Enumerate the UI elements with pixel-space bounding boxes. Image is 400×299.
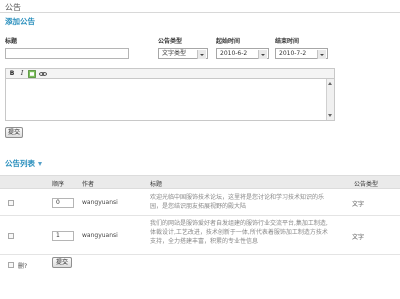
editor-toolbar: B I: [5, 68, 335, 79]
link-icon: [39, 72, 47, 76]
column-header-author: 作者: [82, 181, 95, 188]
notice-list-heading-text: 公告列表: [5, 159, 35, 168]
add-submit-button[interactable]: 提交: [5, 127, 23, 138]
row-divider: [0, 215, 400, 216]
title-cell: 欢迎光临中国服饰技术论坛，这里将是您讨论和学习技术知识的乐园，是您结识朋友拓展视…: [150, 194, 325, 210]
order-input[interactable]: 1: [52, 231, 74, 241]
title-input[interactable]: [5, 48, 129, 59]
collapse-toggle-icon[interactable]: [38, 162, 42, 166]
delete-checkbox[interactable]: [8, 262, 14, 268]
start-time-select[interactable]: 2010-6-2: [216, 48, 269, 59]
author-cell: wangyuansi: [82, 199, 118, 206]
type-cell: 文字: [352, 234, 365, 241]
editor-scrollbar[interactable]: [326, 79, 334, 120]
add-notice-heading: 添加公告: [5, 17, 35, 26]
type-select[interactable]: 文字类型: [158, 48, 208, 59]
content-editor[interactable]: [5, 79, 335, 121]
delete-label: 删?: [18, 263, 28, 270]
notice-list-heading: 公告列表: [5, 158, 42, 169]
type-select-value: 文字类型: [162, 50, 187, 57]
row-divider: [0, 254, 400, 255]
type-label: 公告类型: [158, 38, 183, 45]
column-header-title: 标题: [150, 181, 163, 188]
link-button[interactable]: [39, 70, 47, 78]
end-time-value: 2010-7-2: [279, 50, 307, 57]
row-select-checkbox[interactable]: [8, 233, 14, 239]
title-label: 标题: [5, 38, 18, 45]
header-divider: [0, 12, 400, 13]
italic-button[interactable]: I: [18, 70, 26, 78]
table-header: 顺序 作者 标题 公告类型: [0, 175, 400, 189]
scroll-up-icon[interactable]: [328, 82, 332, 85]
end-time-select[interactable]: 2010-7-2: [275, 48, 328, 59]
author-cell: wangyuansi: [82, 232, 118, 239]
column-header-order: 顺序: [52, 181, 65, 188]
bold-button[interactable]: B: [8, 70, 16, 78]
order-input[interactable]: 0: [52, 198, 74, 208]
start-time-label: 起始时间: [216, 38, 241, 45]
image-button[interactable]: [28, 70, 36, 78]
chevron-down-icon: [317, 50, 326, 59]
start-time-value: 2010-6-2: [220, 50, 248, 57]
end-time-label: 结束时间: [275, 38, 300, 45]
type-cell: 文字: [352, 201, 365, 208]
column-header-type: 公告类型: [354, 181, 379, 188]
chevron-down-icon: [197, 50, 206, 59]
chevron-down-icon: [258, 50, 267, 59]
list-submit-button[interactable]: 提交: [52, 257, 72, 268]
title-cell: 我们的网站是服饰爱好者自发组建的服饰行业交流平台,集加工制造,体裁设计,工艺改进…: [150, 220, 328, 245]
scroll-down-icon[interactable]: [328, 114, 332, 117]
row-select-checkbox[interactable]: [8, 200, 14, 206]
image-icon: [28, 70, 36, 78]
